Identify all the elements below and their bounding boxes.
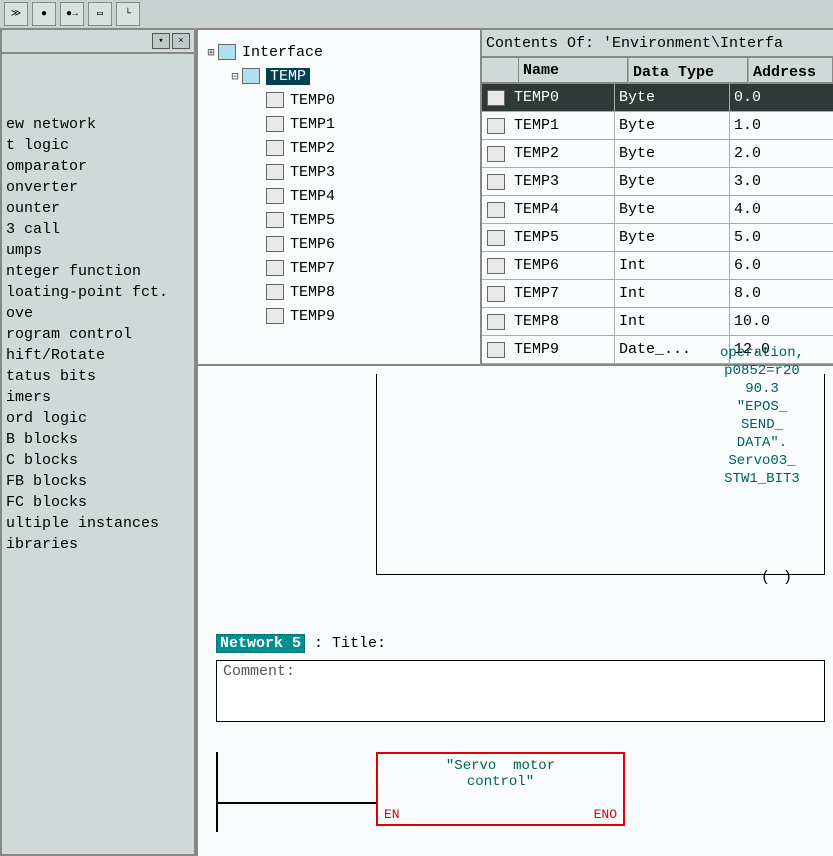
- catalog-item[interactable]: loating-point fct.: [2, 282, 194, 303]
- network-label[interactable]: Network 5: [216, 634, 305, 653]
- var-icon: [487, 202, 505, 218]
- var-icon: [487, 314, 505, 330]
- tree-var[interactable]: TEMP0: [204, 88, 474, 112]
- table-row[interactable]: TEMP0Byte0.0: [482, 84, 833, 112]
- catalog-item[interactable]: ibraries: [2, 534, 194, 555]
- tree-var[interactable]: TEMP1: [204, 112, 474, 136]
- tree-var[interactable]: TEMP3: [204, 160, 474, 184]
- catalog-item[interactable]: nteger function: [2, 261, 194, 282]
- toolbar: ≫ ● ●→ ▭ └: [0, 0, 833, 30]
- header-addr: Address: [748, 58, 833, 86]
- var-icon: [266, 140, 284, 156]
- var-icon: [266, 236, 284, 252]
- catalog-item[interactable]: ove: [2, 303, 194, 324]
- var-icon: [266, 284, 284, 300]
- fb-title: "Servo motor control": [378, 754, 623, 790]
- var-icon: [487, 258, 505, 274]
- tree-folder[interactable]: ⊟ TEMP: [204, 64, 474, 88]
- catalog-item[interactable]: rogram control: [2, 324, 194, 345]
- tree-var[interactable]: TEMP5: [204, 208, 474, 232]
- var-icon: [487, 342, 505, 358]
- catalog-item[interactable]: umps: [2, 240, 194, 261]
- toolbar-button[interactable]: ▭: [88, 2, 112, 26]
- var-icon: [487, 286, 505, 302]
- catalog-item[interactable]: FC blocks: [2, 492, 194, 513]
- var-icon: [487, 118, 505, 134]
- catalog-item[interactable]: 3 call: [2, 219, 194, 240]
- var-icon: [266, 260, 284, 276]
- fb-eno: ENO: [594, 807, 617, 822]
- tree-var[interactable]: TEMP9: [204, 304, 474, 328]
- tree-var[interactable]: TEMP6: [204, 232, 474, 256]
- coil-symbol: ( ): [761, 569, 794, 586]
- tree-root-label: Interface: [242, 44, 323, 61]
- table-row[interactable]: TEMP4Byte4.0: [482, 196, 833, 224]
- var-icon: [266, 164, 284, 180]
- catalog-item[interactable]: ord logic: [2, 408, 194, 429]
- catalog-item[interactable]: ew network: [2, 114, 194, 135]
- tree-var[interactable]: TEMP2: [204, 136, 474, 160]
- catalog-item[interactable]: tatus bits: [2, 366, 194, 387]
- catalog-item[interactable]: C blocks: [2, 450, 194, 471]
- comment-box[interactable]: Comment:: [216, 660, 825, 722]
- table-header: Name Data Type Address: [482, 58, 833, 84]
- toolbar-button[interactable]: ●→: [60, 2, 84, 26]
- catalog-item[interactable]: t logic: [2, 135, 194, 156]
- table-row[interactable]: TEMP1Byte1.0: [482, 112, 833, 140]
- tree-folder-label: TEMP: [266, 68, 310, 85]
- close-icon[interactable]: ×: [172, 33, 190, 49]
- header-type: Data Type: [628, 58, 748, 86]
- catalog-item[interactable]: FB blocks: [2, 471, 194, 492]
- table-row[interactable]: TEMP7Int8.0: [482, 280, 833, 308]
- var-icon: [487, 90, 505, 106]
- table-row[interactable]: TEMP6Int6.0: [482, 252, 833, 280]
- catalog-item[interactable]: onverter: [2, 177, 194, 198]
- tree-var[interactable]: TEMP8: [204, 280, 474, 304]
- function-block[interactable]: "Servo motor control" EN ENO: [376, 752, 625, 826]
- var-icon: [266, 212, 284, 228]
- table-row[interactable]: TEMP2Byte2.0: [482, 140, 833, 168]
- var-icon: [266, 92, 284, 108]
- catalog-item[interactable]: omparator: [2, 156, 194, 177]
- var-icon: [266, 308, 284, 324]
- tree-root[interactable]: ⊞ Interface: [204, 40, 474, 64]
- network-title-row: Network 5 : Title:: [216, 635, 825, 652]
- tree-var[interactable]: TEMP4: [204, 184, 474, 208]
- catalog-item[interactable]: hift/Rotate: [2, 345, 194, 366]
- toolbar-button[interactable]: ≫: [4, 2, 28, 26]
- var-icon: [487, 146, 505, 162]
- table-pane: Contents Of: 'Environment\Interfa Name D…: [482, 30, 833, 364]
- tree-var[interactable]: TEMP7: [204, 256, 474, 280]
- var-icon: [487, 174, 505, 190]
- table-row[interactable]: TEMP3Byte3.0: [482, 168, 833, 196]
- toolbar-button[interactable]: ●: [32, 2, 56, 26]
- dock-icon[interactable]: ▾: [152, 33, 170, 49]
- comment-label: Comment:: [223, 663, 295, 680]
- var-icon: [487, 230, 505, 246]
- coil-label: operation,p0852=r2090.3"EPOS_SEND_DATA".…: [720, 344, 804, 488]
- tree-pane: ⊞ Interface ⊟ TEMP TEMP0TEMP1TEMP2TEMP3T…: [198, 30, 482, 364]
- table-row[interactable]: TEMP8Int10.0: [482, 308, 833, 336]
- ladder-editor[interactable]: operation,p0852=r2090.3"EPOS_SEND_DATA".…: [198, 366, 833, 856]
- title-prefix: : Title:: [314, 635, 386, 652]
- var-icon: [266, 188, 284, 204]
- table-title: Contents Of: 'Environment\Interfa: [482, 30, 833, 58]
- catalog-pane: ▾ × ew networkt logicomparatoronverterou…: [0, 30, 196, 856]
- catalog-item[interactable]: ounter: [2, 198, 194, 219]
- catalog-item[interactable]: ultiple instances: [2, 513, 194, 534]
- var-icon: [266, 116, 284, 132]
- catalog-item[interactable]: imers: [2, 387, 194, 408]
- table-row[interactable]: TEMP5Byte5.0: [482, 224, 833, 252]
- fb-en: EN: [384, 807, 400, 822]
- header-name: Name: [519, 58, 628, 82]
- catalog-item[interactable]: B blocks: [2, 429, 194, 450]
- toolbar-button[interactable]: └: [116, 2, 140, 26]
